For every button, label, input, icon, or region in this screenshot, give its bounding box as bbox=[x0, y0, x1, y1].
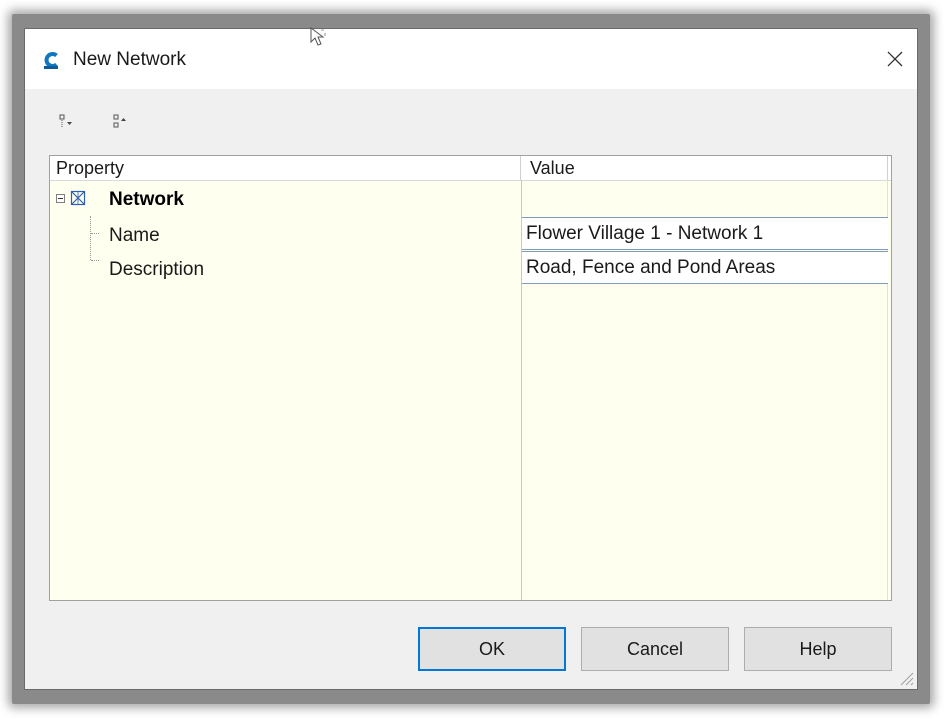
property-label-name[interactable]: Name bbox=[109, 225, 160, 247]
close-icon bbox=[887, 51, 903, 67]
column-header-property[interactable]: Property bbox=[56, 158, 124, 179]
property-grid[interactable]: Property Value Network Name Flower Villa… bbox=[49, 155, 892, 601]
collapse-all-button[interactable] bbox=[109, 111, 131, 133]
description-value-field[interactable]: Road, Fence and Pond Areas bbox=[522, 251, 888, 284]
expand-all-button[interactable] bbox=[55, 111, 77, 133]
name-value-field[interactable]: Flower Village 1 - Network 1 bbox=[522, 217, 888, 250]
close-button[interactable] bbox=[873, 41, 917, 77]
description-value: Road, Fence and Pond Areas bbox=[526, 257, 776, 278]
cancel-button[interactable]: Cancel bbox=[581, 627, 729, 671]
window-title: New Network bbox=[73, 49, 186, 70]
property-label-description[interactable]: Description bbox=[109, 259, 204, 281]
network-icon bbox=[70, 190, 86, 206]
grid-header: Property Value bbox=[50, 156, 891, 181]
new-network-dialog: New Network Property Value Network Name … bbox=[24, 28, 918, 690]
group-label: Network bbox=[109, 189, 184, 210]
column-header-value[interactable]: Value bbox=[530, 158, 575, 179]
tree-branch bbox=[91, 233, 99, 234]
resize-grip-icon[interactable] bbox=[897, 669, 915, 687]
collapse-toggle[interactable] bbox=[56, 194, 65, 203]
name-value: Flower Village 1 - Network 1 bbox=[526, 223, 764, 244]
group-row-network[interactable]: Network bbox=[50, 183, 891, 216]
tree-branch bbox=[91, 260, 99, 261]
column-end-separator bbox=[887, 156, 888, 180]
ok-button[interactable]: OK bbox=[418, 627, 566, 671]
help-button[interactable]: Help bbox=[744, 627, 892, 671]
column-separator[interactable] bbox=[520, 156, 521, 180]
expand-all-icon bbox=[59, 114, 72, 127]
title-bar[interactable]: New Network bbox=[25, 29, 917, 89]
tree-connector bbox=[90, 216, 91, 260]
collapse-all-icon bbox=[113, 114, 126, 128]
civil3d-c-icon bbox=[42, 50, 62, 70]
mouse-pointer-icon bbox=[310, 27, 326, 46]
